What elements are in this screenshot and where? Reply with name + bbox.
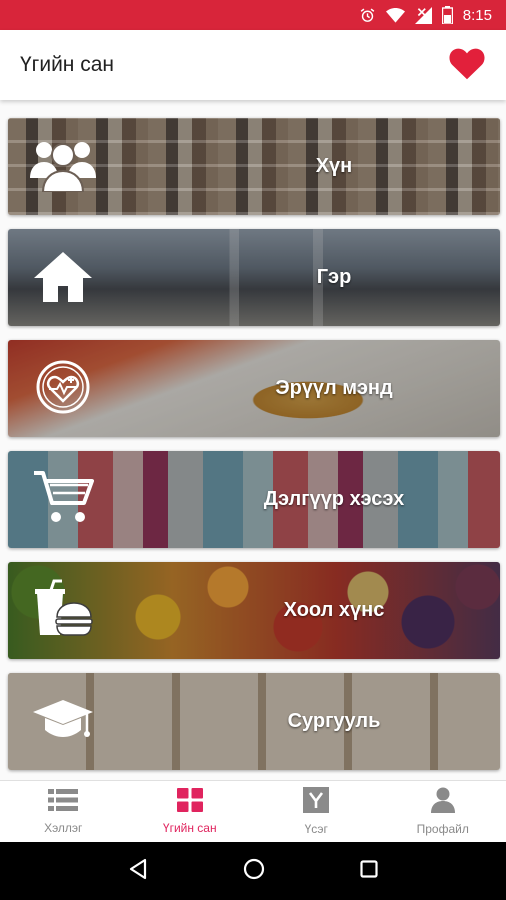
- category-card-food[interactable]: Хоол хүнс: [8, 562, 500, 659]
- nav-tab-vocabulary[interactable]: Үгийн сан: [127, 781, 254, 842]
- page-title: Үгийн сан: [20, 53, 115, 76]
- nav-label-phrases: Хэллэг: [44, 821, 83, 835]
- system-navigation-bar: [0, 842, 506, 900]
- battery-icon: [441, 6, 453, 24]
- home-button-icon[interactable]: [243, 858, 265, 885]
- bottom-navigation: Хэллэг Үгийн сан Үсэг Профайл: [0, 780, 506, 842]
- category-card-school[interactable]: Сургууль: [8, 673, 500, 770]
- category-label-shopping: Дэлгүүр хэсэх: [263, 488, 405, 510]
- signal-icon: [414, 6, 432, 24]
- list-icon: [48, 788, 79, 815]
- category-label-home: Гэр: [316, 266, 352, 288]
- category-list: Хүн Гэр Эрүүл мэнд Дэлгүүр хэсэх Хоол хү…: [0, 100, 506, 780]
- nav-tab-profile[interactable]: Профайл: [380, 781, 506, 842]
- heart-icon[interactable]: [448, 46, 486, 85]
- app-bar: Үгийн сан: [0, 30, 506, 100]
- category-card-health[interactable]: Эрүүл мэнд: [8, 340, 500, 437]
- wifi-icon: [385, 7, 405, 24]
- status-bar: 8:15: [0, 0, 506, 30]
- status-time: 8:15: [462, 6, 492, 24]
- back-icon[interactable]: [128, 858, 148, 885]
- category-label-health: Эрүүл мэнд: [275, 377, 393, 399]
- category-card-people[interactable]: Хүн: [8, 118, 500, 215]
- category-label-school: Сургууль: [287, 710, 381, 732]
- person-icon: [430, 787, 455, 816]
- grid-icon: [176, 788, 203, 815]
- nav-tab-phrases[interactable]: Хэллэг: [0, 781, 127, 842]
- nav-label-letters: Үсэг: [304, 822, 328, 836]
- alarm-icon: [359, 7, 376, 24]
- nav-label-profile: Профайл: [416, 822, 469, 836]
- category-label-people: Хүн: [315, 155, 353, 177]
- recents-icon[interactable]: [360, 859, 378, 883]
- category-card-shopping[interactable]: Дэлгүүр хэсэх: [8, 451, 500, 548]
- category-label-food: Хоол хүнс: [283, 599, 385, 621]
- category-card-home[interactable]: Гэр: [8, 229, 500, 326]
- nav-tab-letters[interactable]: Үсэг: [253, 781, 380, 842]
- nav-label-vocabulary: Үгийн сан: [162, 821, 217, 835]
- letter-y-icon: [303, 787, 330, 816]
